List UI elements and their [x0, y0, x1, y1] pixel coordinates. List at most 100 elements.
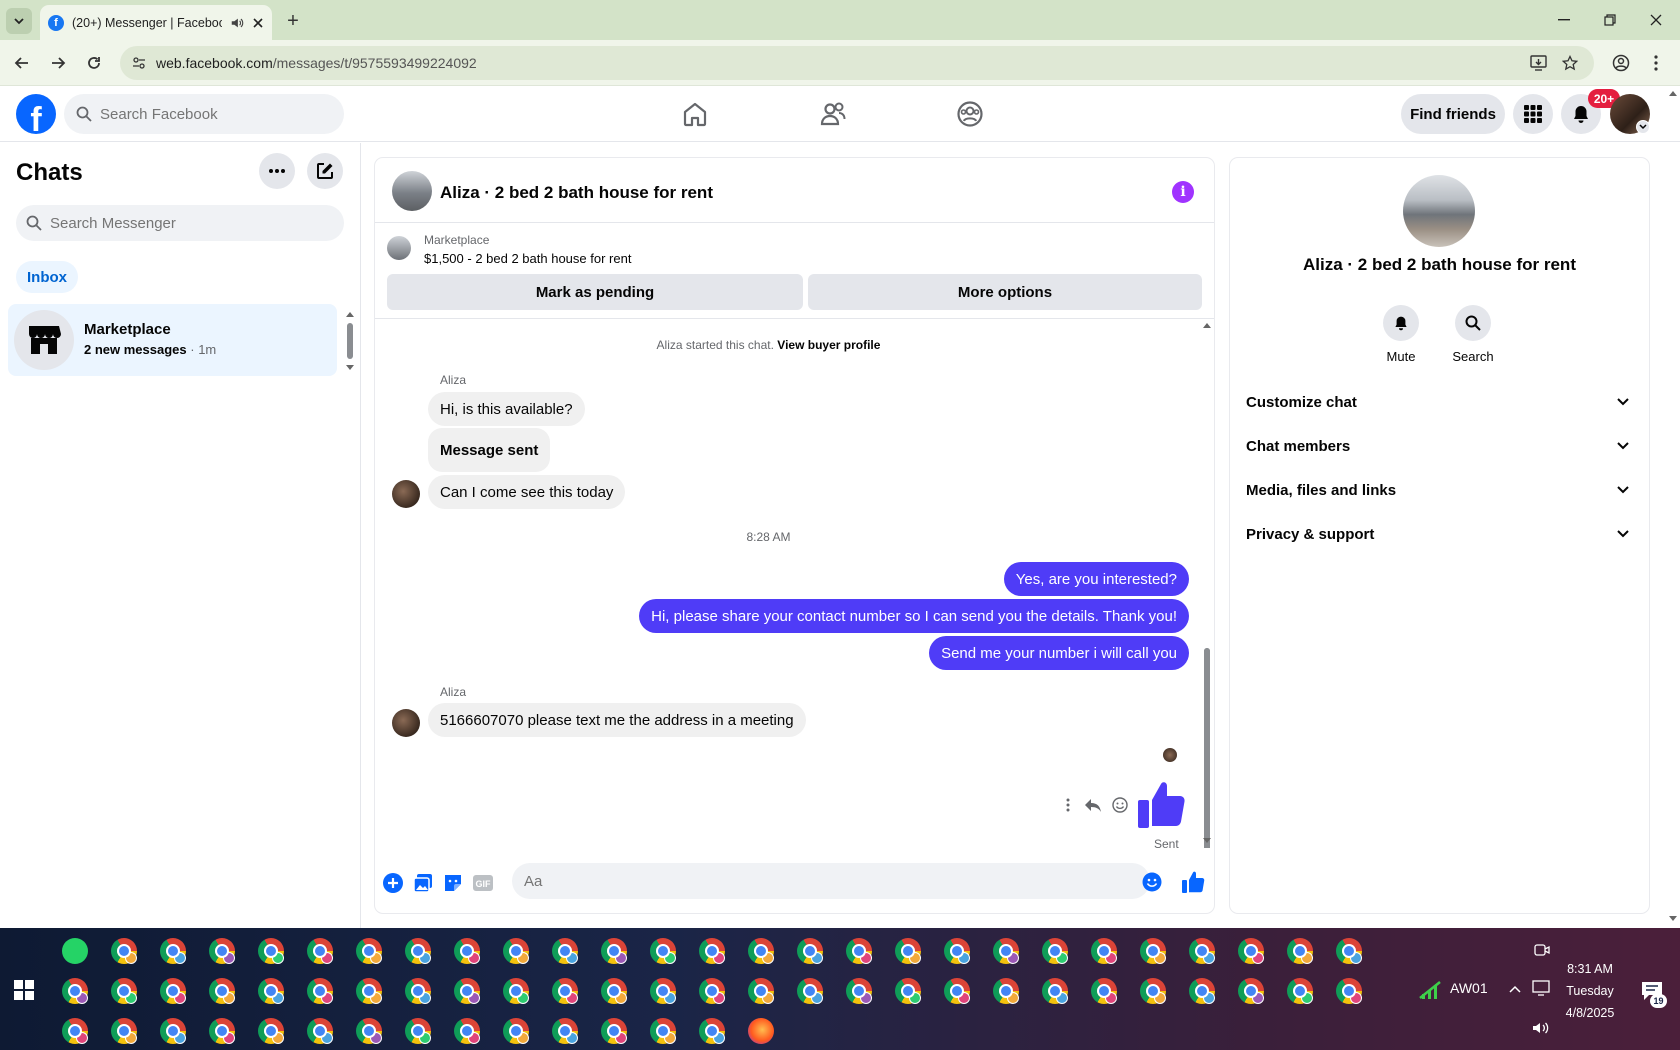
chrome-profile-icon[interactable] [650, 938, 676, 964]
marketplace-listing-thumbnail[interactable] [387, 236, 411, 260]
profile-avatar[interactable] [1610, 94, 1650, 134]
network-name[interactable]: AW01 [1450, 980, 1488, 996]
react-emoji-icon[interactable] [1112, 797, 1128, 813]
chrome-profile-icon[interactable] [503, 938, 529, 964]
conversation-item-marketplace[interactable]: Marketplace 2 new messages · 1m [8, 304, 337, 376]
chrome-profile-icon[interactable] [993, 938, 1019, 964]
message-bubble-incoming[interactable]: 5166607070 please text me the address in… [428, 703, 806, 737]
chrome-profile-icon[interactable] [552, 1018, 578, 1044]
facebook-logo-icon[interactable]: f [16, 94, 56, 134]
conversation-scrollbar[interactable] [1200, 318, 1214, 848]
new-tab-button[interactable]: + [282, 10, 304, 33]
chat-members-section[interactable]: Chat members [1238, 424, 1637, 468]
chrome-profile-icon[interactable] [1238, 938, 1264, 964]
chrome-profile-icon[interactable] [650, 1018, 676, 1044]
message-bubble-incoming[interactable]: Hi, is this available? [428, 392, 585, 426]
volume-icon[interactable] [1532, 1020, 1550, 1036]
chrome-profile-icon[interactable] [1238, 978, 1264, 1004]
chrome-profile-icon[interactable] [846, 978, 872, 1004]
chrome-profile-icon[interactable] [1287, 938, 1313, 964]
tab-search-button[interactable] [6, 8, 32, 34]
chrome-profile-icon[interactable] [209, 978, 235, 1004]
home-icon[interactable] [681, 100, 709, 128]
restore-window-icon[interactable] [1600, 10, 1620, 30]
chrome-profile-icon[interactable] [62, 1018, 88, 1044]
message-bubble-outgoing[interactable]: Hi, please share your contact number so … [639, 599, 1189, 633]
chrome-profile-icon[interactable] [895, 938, 921, 964]
facebook-search-input[interactable] [100, 105, 320, 123]
privacy-support-section[interactable]: Privacy & support [1238, 512, 1637, 556]
facebook-search[interactable] [64, 94, 344, 134]
chrome-profile-icon[interactable] [601, 978, 627, 1004]
sidebar-scrollbar[interactable] [343, 307, 357, 377]
media-files-links-section[interactable]: Media, files and links [1238, 468, 1637, 512]
sender-avatar[interactable] [392, 480, 420, 508]
browser-tab-messenger[interactable]: f (20+) Messenger | Facebook [40, 5, 272, 40]
more-vertical-icon[interactable] [1066, 798, 1070, 812]
chrome-profile-icon[interactable] [1140, 938, 1166, 964]
install-app-icon[interactable] [1530, 55, 1547, 71]
address-bar[interactable]: web.facebook.com/messages/t/957559349922… [120, 46, 1594, 80]
minimize-window-icon[interactable] [1554, 10, 1574, 30]
message-bubble-incoming[interactable]: Message sent [428, 428, 551, 472]
chats-options-button[interactable] [259, 153, 295, 189]
chrome-profile-icon[interactable] [1336, 938, 1362, 964]
chrome-profile-icon[interactable] [797, 938, 823, 964]
sent-thumbs-up-icon[interactable] [1136, 778, 1188, 830]
emoji-icon[interactable] [1142, 872, 1162, 892]
more-options-button[interactable]: More options [808, 274, 1202, 310]
chrome-profile-icon[interactable] [601, 1018, 627, 1044]
chrome-profile-icon[interactable] [699, 1018, 725, 1044]
chrome-profile-icon[interactable] [1287, 978, 1313, 1004]
bookmark-star-icon[interactable] [1562, 55, 1578, 71]
chrome-profile-icon[interactable] [454, 938, 480, 964]
back-icon[interactable] [11, 52, 33, 74]
chrome-profile-icon[interactable] [160, 938, 186, 964]
whatsapp-icon[interactable] [62, 938, 88, 964]
windows-start-icon[interactable] [14, 980, 34, 1000]
forward-icon[interactable] [47, 52, 69, 74]
sticker-icon[interactable] [442, 872, 464, 894]
message-bubble-outgoing[interactable]: Yes, are you interested? [1003, 562, 1189, 596]
chrome-profile-icon[interactable] [748, 978, 774, 1004]
groups-icon[interactable] [956, 100, 984, 128]
messenger-search[interactable] [16, 205, 344, 241]
friends-icon[interactable] [819, 100, 847, 128]
chrome-profile-icon[interactable] [160, 1018, 186, 1044]
chrome-profile-icon[interactable] [944, 978, 970, 1004]
chrome-profile-icon[interactable] [258, 938, 284, 964]
close-tab-icon[interactable] [252, 17, 264, 29]
chrome-profile-icon[interactable] [748, 938, 774, 964]
chrome-profile-icon[interactable] [454, 978, 480, 1004]
chrome-profile-icon[interactable] [699, 938, 725, 964]
chrome-profile-icon[interactable] [601, 938, 627, 964]
chrome-profile-icon[interactable] [1189, 978, 1215, 1004]
chrome-profile-icon[interactable] [1336, 978, 1362, 1004]
listing-photo[interactable] [1403, 175, 1475, 247]
chrome-profile-icon[interactable] [258, 1018, 284, 1044]
chrome-profile-icon[interactable] [1140, 978, 1166, 1004]
chrome-profile-icon[interactable] [356, 1018, 382, 1044]
chrome-profile-icon[interactable] [1189, 938, 1215, 964]
site-info-icon[interactable] [132, 56, 146, 70]
chrome-profile-icon[interactable] [1091, 938, 1117, 964]
mark-as-pending-button[interactable]: Mark as pending [387, 274, 803, 310]
reload-icon[interactable] [83, 52, 105, 74]
browser-menu-icon[interactable] [1645, 52, 1667, 74]
taskbar-clock[interactable]: 8:31 AM Tuesday 4/8/2025 [1560, 958, 1620, 1024]
chevron-up-icon[interactable] [1509, 984, 1521, 994]
find-friends-button[interactable]: Find friends [1401, 94, 1505, 134]
chrome-profile-icon[interactable] [111, 938, 137, 964]
speaker-icon[interactable] [230, 16, 244, 30]
profile-account-icon[interactable] [1610, 52, 1632, 74]
chrome-profile-icon[interactable] [307, 978, 333, 1004]
chrome-profile-icon[interactable] [356, 978, 382, 1004]
firefox-icon[interactable] [748, 1018, 774, 1044]
chrome-profile-icon[interactable] [258, 978, 284, 1004]
chrome-profile-icon[interactable] [944, 938, 970, 964]
inbox-tab[interactable]: Inbox [16, 261, 78, 293]
chrome-profile-icon[interactable] [160, 978, 186, 1004]
chrome-profile-icon[interactable] [797, 978, 823, 1004]
chrome-profile-icon[interactable] [454, 1018, 480, 1044]
chrome-profile-icon[interactable] [650, 978, 676, 1004]
